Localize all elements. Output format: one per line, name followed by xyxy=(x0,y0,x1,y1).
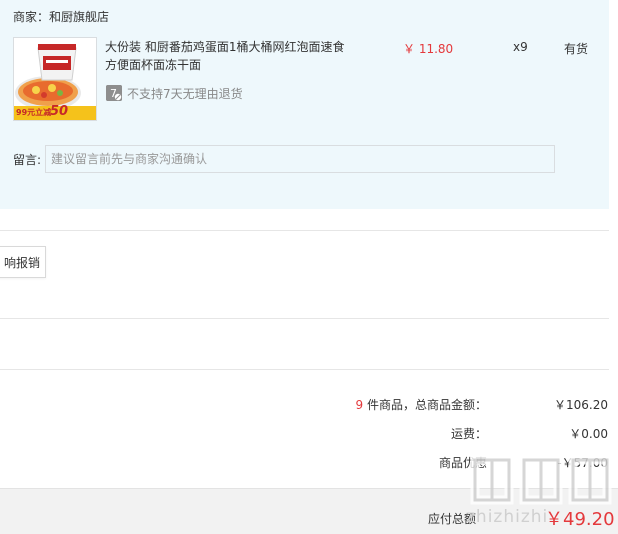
stock-status: 有货 xyxy=(564,42,589,56)
section-divider xyxy=(0,369,609,370)
summary-shipping-row: 运费： ￥0.00 xyxy=(340,425,610,445)
return-policy-text: 不支持7天无理由退货 xyxy=(127,87,243,101)
section-divider xyxy=(0,318,609,319)
promo-badge-text: 99元立减 xyxy=(16,108,52,117)
promo-badge: 99元立减 50 xyxy=(14,104,96,120)
summary-total-row: 9 件商品，总商品金额： ￥106.20 xyxy=(340,396,610,416)
summary-total-value: ￥106.20 xyxy=(554,398,608,412)
note-input[interactable] xyxy=(45,145,555,173)
product-price: ￥ 11.80 xyxy=(403,42,454,56)
shipping-label: 运费： xyxy=(450,427,487,441)
product-title[interactable]: 大份装 和厨番茄鸡蛋面1桶大桶网红泡面速食方便面杯面冻干面 xyxy=(105,38,355,74)
no-return-icon: 7 xyxy=(106,85,122,101)
product-thumbnail[interactable]: 99元立减 50 xyxy=(13,37,97,121)
shipping-value: ￥0.00 xyxy=(569,427,608,441)
item-count: 9 xyxy=(355,398,364,412)
product-quantity: x9 xyxy=(513,40,528,54)
order-panel: 商家：和厨旗舰店 99元立减 50 大份装 和厨番茄鸡蛋面1桶大桶网红泡面速食方… xyxy=(0,0,609,209)
summary-total-label: 9 件商品，总商品金额： xyxy=(355,398,487,412)
note-label: 留言: xyxy=(13,153,42,167)
watermark-text: zhizhizhi xyxy=(466,507,549,527)
section-divider xyxy=(0,230,609,231)
receipt-button[interactable]: 响报销 xyxy=(0,246,46,278)
merchant-name[interactable]: 商家：和厨旗舰店 xyxy=(13,8,109,25)
promo-badge-number: 50 xyxy=(50,104,69,119)
